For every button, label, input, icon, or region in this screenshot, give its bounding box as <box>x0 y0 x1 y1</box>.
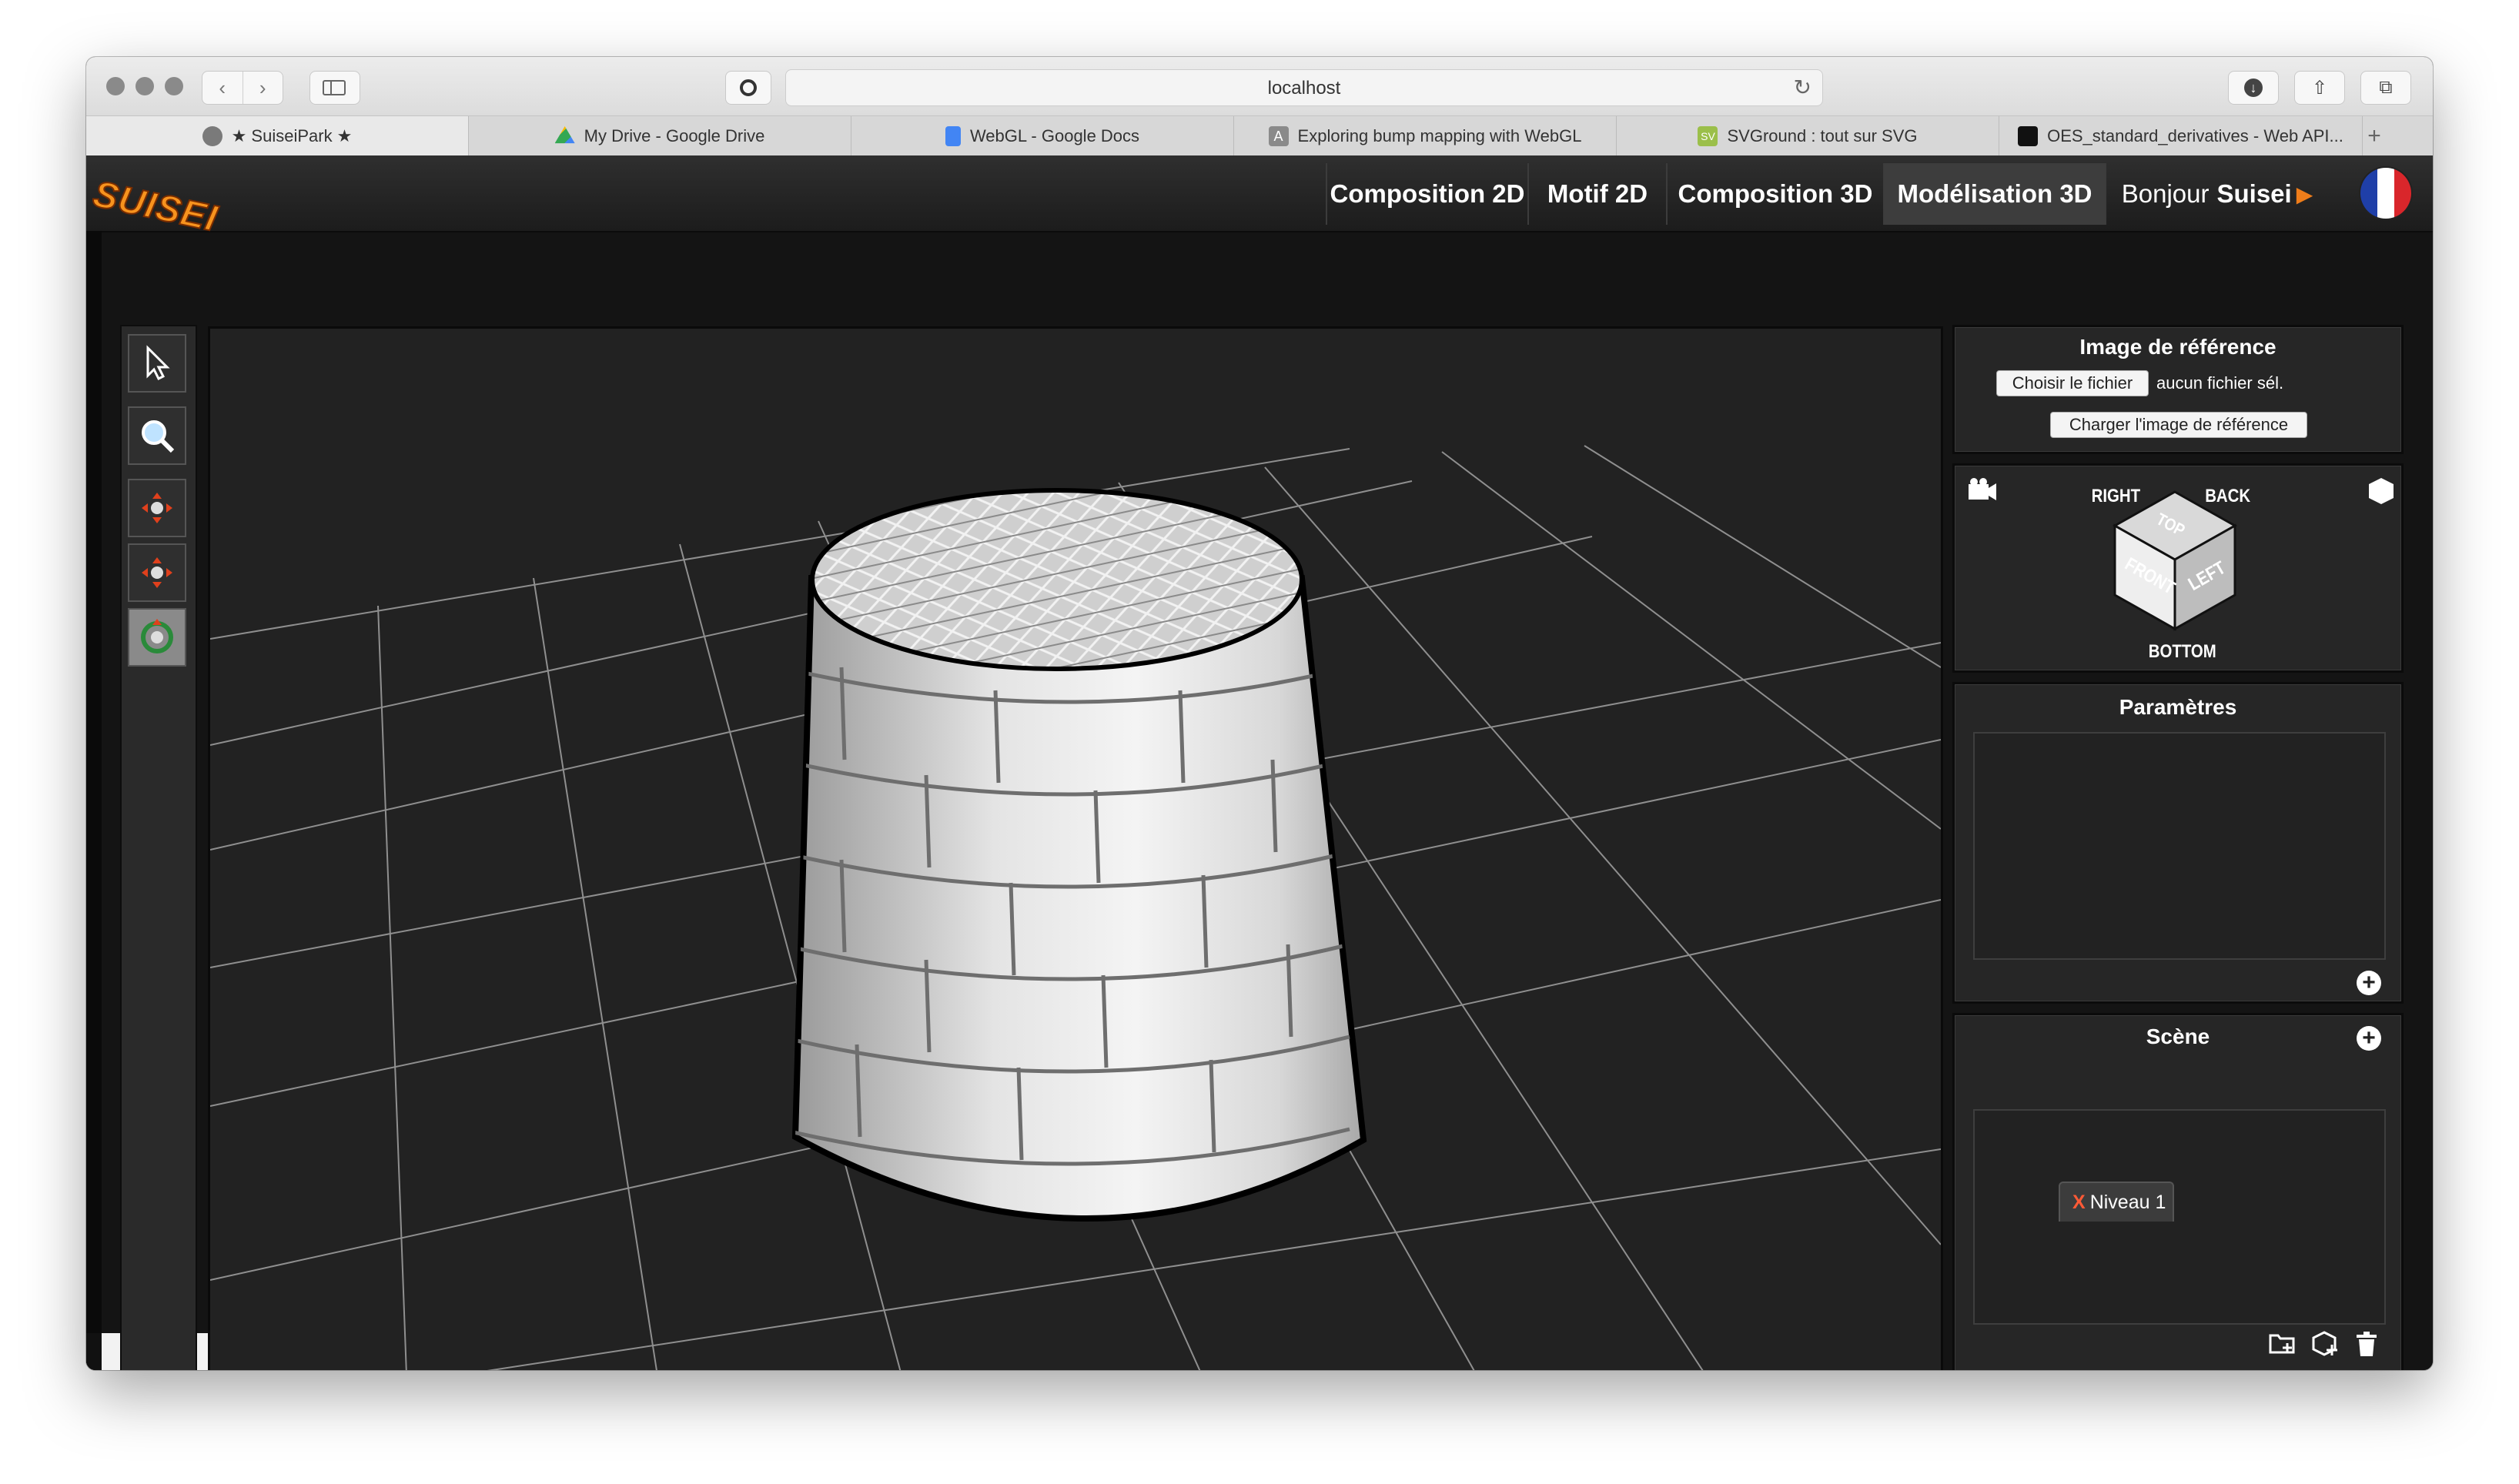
user-menu[interactable]: Bonjour Suisei ▶ <box>2105 163 2328 225</box>
cylinder-body[interactable] <box>791 575 1367 1222</box>
layer-name: Niveau 1 <box>2089 1191 2166 1213</box>
tab-google-drive[interactable]: My Drive - Google Drive <box>469 116 851 156</box>
zoom-window-button[interactable] <box>165 77 183 95</box>
back-icon[interactable]: ‹ <box>202 72 243 104</box>
url-text: localhost <box>1267 78 1341 99</box>
tab-bar: ★ SuiseiPark ★ My Drive - Google Drive W… <box>86 115 2433 157</box>
downloads-button[interactable]: ↓ <box>2228 71 2279 105</box>
minimize-window-button[interactable] <box>135 77 154 95</box>
pan-tool-button[interactable] <box>128 479 186 537</box>
app-header: SUISEI Composition 2D Motif 2D Compositi… <box>86 155 2433 240</box>
scene-tree <box>1973 1109 2386 1325</box>
tab-title: WebGL - Google Docs <box>969 126 1140 145</box>
tab-suiseipark[interactable]: ★ SuiseiPark ★ <box>86 116 469 156</box>
french-flag-icon[interactable] <box>2360 168 2411 219</box>
scene-render <box>210 445 1941 1370</box>
tab-favicon-icon <box>202 126 222 146</box>
zoom-tool-button[interactable] <box>128 406 186 465</box>
choose-file-button[interactable]: Choisir le fichier <box>1996 370 2149 396</box>
cylinder-top-cap[interactable] <box>810 488 1304 671</box>
user-name: Suisei <box>2216 179 2292 208</box>
menu-motif-2d[interactable]: Motif 2D <box>1527 163 1666 225</box>
no-file-label: aucun fichier sél. <box>2156 373 2284 393</box>
download-icon: ↓ <box>2244 79 2263 97</box>
camera-icon[interactable] <box>1967 476 1998 509</box>
trash-icon[interactable] <box>2355 1331 2378 1363</box>
reference-image-panel: Image de référence Choisir le fichier au… <box>1952 325 2404 454</box>
tool-palette <box>120 325 197 1370</box>
close-layer-icon[interactable]: X <box>2072 1192 2086 1214</box>
select-tool-button[interactable] <box>128 334 186 393</box>
move-icon <box>142 493 172 523</box>
close-window-button[interactable] <box>106 77 125 95</box>
parameters-title: Paramètres <box>2119 695 2237 719</box>
add-folder-icon[interactable] <box>2269 1331 2297 1362</box>
move-vertical-icon <box>142 557 172 588</box>
cube-label-bottom[interactable]: BOTTOM <box>2149 641 2216 663</box>
tab-title: My Drive - Google Drive <box>584 126 765 145</box>
tab-svground[interactable]: SV SVGround : tout sur SVG <box>1617 116 1999 156</box>
add-parameter-icon[interactable]: + <box>2357 971 2381 995</box>
scene-title: Scène <box>2146 1024 2210 1048</box>
letter-a-icon: A <box>1268 126 1289 146</box>
tab-title: ★ SuiseiPark ★ <box>231 126 353 145</box>
add-object-icon[interactable] <box>2312 1331 2340 1363</box>
cube-icon[interactable] <box>2367 476 2395 512</box>
suisei-logo[interactable]: SUISEI <box>86 156 225 256</box>
suisei-app: SUISEI Composition 2D Motif 2D Compositi… <box>86 155 2433 1370</box>
scene-panel: Scène + <box>1952 1013 2404 1370</box>
magnifier-icon <box>142 420 175 453</box>
sidebar-toggle-button[interactable] <box>309 71 360 105</box>
add-scene-item-icon[interactable]: + <box>2357 1026 2381 1051</box>
menu-composition-2d[interactable]: Composition 2D <box>1326 163 1527 225</box>
parameters-list <box>1973 732 2386 960</box>
menu-modelisation-3d[interactable]: Modélisation 3D <box>1883 163 2105 225</box>
tab-bump-mapping[interactable]: A Exploring bump mapping with WebGL <box>1234 116 1617 156</box>
tab-title: Exploring bump mapping with WebGL <box>1297 126 1582 145</box>
browser-window: ‹ › localhost ↻ ↓ ⇧ ⧉ ★ SuiseiPark ★ My … <box>86 57 2433 1370</box>
rotate-tool-button[interactable] <box>128 608 186 667</box>
tab-overview-button[interactable]: ⧉ <box>2360 71 2411 105</box>
drive-icon <box>554 126 575 144</box>
shield-icon <box>740 79 757 96</box>
tab-google-docs[interactable]: WebGL - Google Docs <box>851 116 1234 156</box>
mdn-icon <box>2018 126 2039 146</box>
address-bar[interactable]: localhost ↻ <box>785 69 1823 106</box>
reload-icon[interactable]: ↻ <box>1794 75 1811 100</box>
layer-tab-niveau-1[interactable]: X Niveau 1 <box>2059 1182 2174 1222</box>
rotate-icon <box>141 619 173 653</box>
view-cube-panel: RIGHT BACK TOP FRONT LEFT BOTTOM <box>1952 463 2404 673</box>
greeting-text: Bonjour <box>2121 179 2210 208</box>
new-tab-icon[interactable]: + <box>2363 116 2386 156</box>
background-comic-strip <box>86 231 102 1370</box>
docs-icon <box>945 126 961 146</box>
sidebar-icon <box>323 80 346 95</box>
load-reference-button[interactable]: Charger l'image de référence <box>2050 412 2307 438</box>
tab-title: SVGround : tout sur SVG <box>1727 126 1918 145</box>
3d-viewport[interactable] <box>208 326 1943 1370</box>
play-arrow-icon: ▶ <box>2296 182 2313 206</box>
move-vertical-tool-button[interactable] <box>128 543 186 602</box>
reference-panel-title: Image de référence <box>2079 335 2276 359</box>
tab-title: OES_standard_derivatives - Web API... <box>2047 126 2343 145</box>
tabs-icon: ⧉ <box>2379 77 2393 98</box>
privacy-shield-button[interactable] <box>725 71 771 105</box>
menu-composition-3d[interactable]: Composition 3D <box>1666 163 1883 225</box>
tab-oes-derivatives[interactable]: OES_standard_derivatives - Web API... <box>1999 116 2363 156</box>
history-nav: ‹ › <box>202 71 283 105</box>
parameters-panel: Paramètres + <box>1952 682 2404 1004</box>
share-button[interactable]: ⇧ <box>2294 71 2345 105</box>
pointer-icon <box>146 345 170 381</box>
forward-icon[interactable]: › <box>243 72 283 104</box>
svg-icon: SV <box>1698 126 1718 146</box>
share-icon: ⇧ <box>2311 77 2328 99</box>
browser-toolbar: ‹ › localhost ↻ ↓ ⇧ ⧉ <box>86 57 2433 115</box>
